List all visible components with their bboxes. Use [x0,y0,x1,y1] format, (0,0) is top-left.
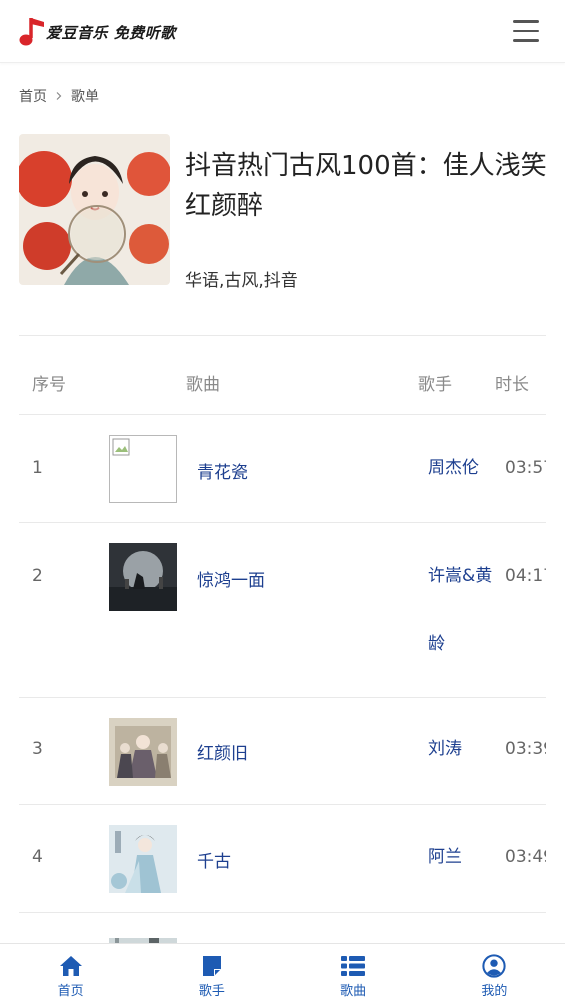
nav-mine[interactable]: 我的 [424,944,565,1004]
table-row[interactable]: 1 青花瓷 周杰伦 03:57 [19,414,546,522]
table-row[interactable]: 2 惊鸿一面 许嵩&黄龄 04:17 [19,522,546,697]
singer-name[interactable]: 阿兰 [428,823,494,891]
singer-name[interactable]: 许嵩&黄龄 [428,542,494,678]
song-thumbnail-broken [109,435,177,503]
breadcrumb-current: 歌单 [71,89,99,105]
singer-name[interactable]: 周杰伦 [428,434,494,502]
site-logo[interactable]: 爱豆音乐 免费听歌 [18,15,176,49]
hamburger-menu-icon[interactable] [513,20,539,42]
chevron-right-icon [56,92,62,100]
home-icon [59,956,82,976]
song-title[interactable]: 红颜旧 [197,739,248,764]
song-duration: 03:57 [505,458,546,478]
song-thumbnail [109,933,177,943]
nav-home[interactable]: 首页 [0,944,141,1004]
top-header: 爱豆音乐 免费听歌 [0,0,565,63]
row-index: 3 [32,739,43,759]
nav-songs-label: 歌曲 [340,984,367,999]
header-song: 歌曲 [186,375,220,395]
breadcrumb: 首页 歌单 [19,86,99,106]
singer-name[interactable]: 刘涛 [428,715,494,783]
nav-songs[interactable]: 歌曲 [283,944,424,1004]
header-index: 序号 [32,375,66,395]
song-thumbnail [109,825,177,893]
song-thumbnail [109,718,177,786]
header-singer: 歌手 [418,375,452,395]
note-icon [202,956,221,976]
song-title[interactable]: 青花瓷 [197,458,248,483]
nav-singer-label: 歌手 [198,984,225,999]
row-index: 4 [32,847,43,867]
divider [19,335,546,336]
song-thumbnail [109,543,177,611]
song-duration: 03:39 [505,739,546,759]
bottom-navigation: 首页 歌手 歌曲 我的 [0,943,565,1004]
song-title[interactable]: 千古 [197,847,231,872]
row-index: 2 [32,566,43,586]
song-title[interactable]: 惊鸿一面 [197,566,265,591]
nav-singer[interactable]: 歌手 [141,944,282,1004]
song-duration: 04:17 [505,566,546,586]
table-row[interactable]: 4 千古 阿兰 03:49 [19,804,546,912]
broken-image-icon [112,438,130,456]
user-circle-icon [482,954,507,978]
album-cover [19,134,170,285]
song-duration: 03:49 [505,847,546,867]
album-title: 抖音热门古风100首：佳人浅笑红颜醉 [185,151,547,221]
album-tags: 华语,古风,抖音 [185,271,298,291]
header-duration: 时长 [495,375,529,395]
breadcrumb-home[interactable]: 首页 [19,86,47,106]
nav-home-label: 首页 [57,984,84,999]
nav-mine-label: 我的 [481,984,508,999]
row-index: 1 [32,458,43,478]
list-icon [341,956,366,976]
table-row[interactable]: 3 红颜旧 刘涛 03:39 [19,697,546,805]
table-row[interactable] [19,912,546,943]
logo-text: 爱豆音乐 免费听歌 [46,23,176,42]
music-note-logo-icon [19,18,44,46]
